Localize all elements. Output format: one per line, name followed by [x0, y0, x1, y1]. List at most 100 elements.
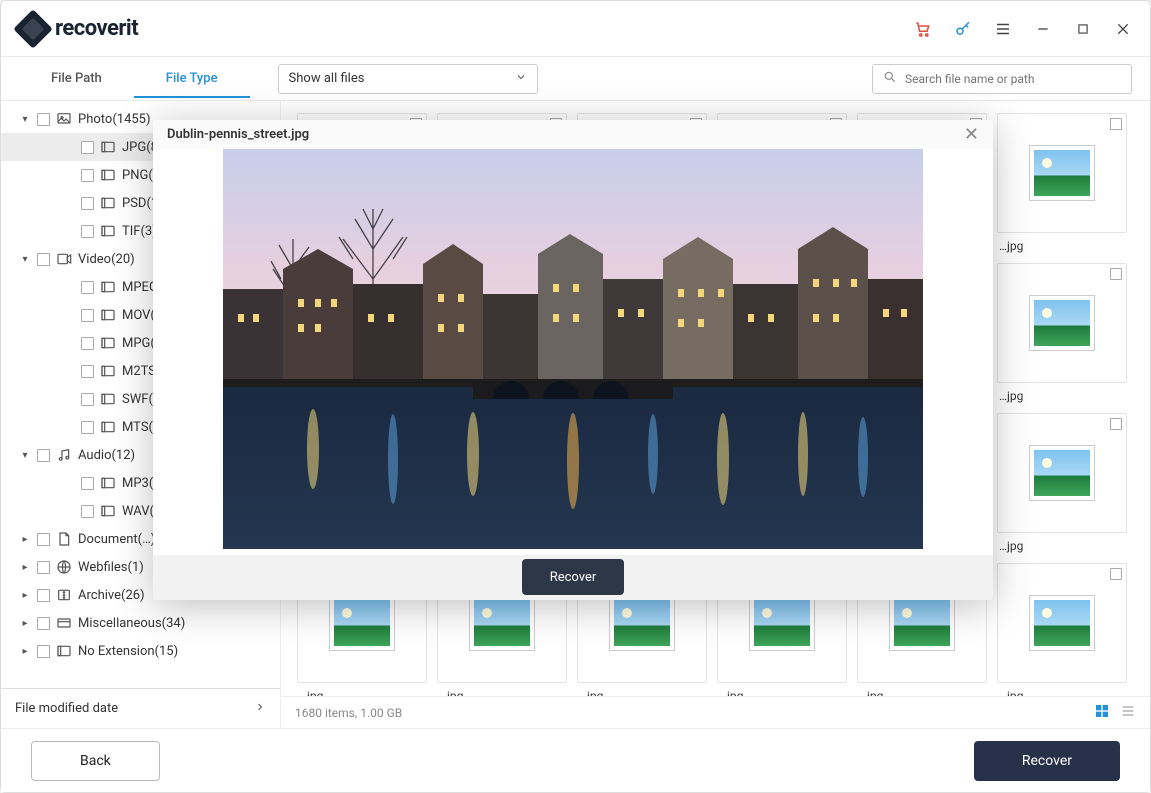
thumbnail-filename: …jpg [297, 683, 427, 696]
minimize-icon[interactable] [1034, 20, 1052, 38]
caret-right-icon: ▸ [19, 646, 31, 657]
checkbox[interactable] [37, 253, 50, 266]
checkbox[interactable] [37, 617, 50, 630]
tree-label: Miscellaneous(34) [78, 616, 185, 631]
doc-icon [56, 531, 72, 547]
filter-dropdown[interactable]: Show all files [278, 64, 538, 94]
file-icon [100, 307, 116, 323]
caret-right-icon: ▸ [19, 534, 31, 545]
checkbox[interactable] [1110, 568, 1122, 580]
tab-file-type[interactable]: File Type [134, 59, 250, 98]
thumbnail-cell[interactable]: …jpg [997, 563, 1127, 696]
caret-right-icon: ▸ [19, 618, 31, 629]
checkbox[interactable] [37, 589, 50, 602]
file-icon [100, 223, 116, 239]
file-icon [56, 643, 72, 659]
recover-button[interactable]: Recover [974, 741, 1120, 781]
audio-icon [56, 447, 72, 463]
thumbnail[interactable] [997, 563, 1127, 683]
checkbox[interactable] [1110, 118, 1122, 130]
preview-modal: Dublin-pennis_street.jpg ✕ [153, 120, 993, 600]
checkbox[interactable] [81, 337, 94, 350]
status-bar: 1680 items, 1.00 GB [281, 696, 1150, 728]
cart-icon[interactable] [914, 20, 932, 38]
file-icon [100, 363, 116, 379]
preview-header: Dublin-pennis_street.jpg ✕ [153, 120, 993, 149]
thumbnail-cell[interactable]: …jpg [997, 113, 1127, 253]
list-view-icon[interactable] [1120, 703, 1136, 722]
file-icon [100, 279, 116, 295]
close-icon[interactable]: ✕ [964, 124, 979, 145]
key-icon[interactable] [954, 20, 972, 38]
checkbox[interactable] [81, 225, 94, 238]
thumb-image-icon [470, 596, 534, 650]
checkbox[interactable] [1110, 268, 1122, 280]
checkbox[interactable] [81, 309, 94, 322]
thumbnail[interactable] [997, 413, 1127, 533]
search-box[interactable] [872, 64, 1132, 94]
file-icon [100, 335, 116, 351]
close-icon[interactable] [1114, 20, 1132, 38]
checkbox[interactable] [81, 281, 94, 294]
tabs-row: File Path File Type Show all files [1, 57, 1150, 101]
checkbox[interactable] [37, 113, 50, 126]
thumb-image-icon [750, 596, 814, 650]
checkbox[interactable] [81, 197, 94, 210]
thumbnail-filename: …jpg [437, 683, 567, 696]
tree-label: TIF(3) [122, 224, 157, 239]
checkbox[interactable] [37, 533, 50, 546]
checkbox[interactable] [81, 169, 94, 182]
tree-node[interactable]: ▸ Miscellaneous(34) [1, 609, 280, 637]
sidebar-footer[interactable]: File modified date [1, 688, 280, 728]
titlebar: recoverit [1, 1, 1150, 57]
chevron-down-icon [515, 71, 527, 87]
file-icon [100, 475, 116, 491]
thumb-image-icon [1030, 596, 1094, 650]
thumbnail-cell[interactable]: …jpg [997, 413, 1127, 553]
thumbnail-filename: …jpg [997, 383, 1127, 403]
checkbox[interactable] [37, 561, 50, 574]
caret-down-icon: ▾ [19, 254, 31, 265]
thumbnail[interactable] [997, 263, 1127, 383]
checkbox[interactable] [37, 449, 50, 462]
caret-right-icon: ▸ [19, 590, 31, 601]
checkbox[interactable] [81, 477, 94, 490]
grid-view-icon[interactable] [1094, 703, 1110, 722]
thumbnail-filename: …jpg [997, 533, 1127, 553]
app-logo: recoverit [19, 15, 138, 43]
thumbnail[interactable] [997, 113, 1127, 233]
file-icon [100, 503, 116, 519]
misc-icon [56, 615, 72, 631]
checkbox[interactable] [81, 421, 94, 434]
search-input[interactable] [905, 72, 1121, 86]
caret-right-icon: ▸ [19, 562, 31, 573]
tree-label: Video(20) [78, 252, 135, 267]
thumb-image-icon [890, 596, 954, 650]
checkbox[interactable] [37, 645, 50, 658]
checkbox[interactable] [81, 365, 94, 378]
tab-file-path[interactable]: File Path [19, 59, 134, 98]
file-icon [100, 167, 116, 183]
thumb-image-icon [1030, 146, 1094, 200]
status-text: 1680 items, 1.00 GB [295, 706, 402, 720]
preview-recover-button[interactable]: Recover [522, 559, 625, 595]
preview-image [223, 149, 923, 549]
checkbox[interactable] [81, 505, 94, 518]
maximize-icon[interactable] [1074, 20, 1092, 38]
video-icon [56, 251, 72, 267]
thumb-image-icon [610, 596, 674, 650]
thumbnail-cell[interactable]: …jpg [997, 263, 1127, 403]
file-icon [100, 139, 116, 155]
thumbnail-filename: …jpg [577, 683, 707, 696]
tree-node[interactable]: ▸No Extension(15) [1, 637, 280, 665]
menu-icon[interactable] [994, 20, 1012, 38]
footer: Back Recover [1, 728, 1150, 792]
checkbox[interactable] [81, 393, 94, 406]
thumbnail-filename: …jpg [997, 233, 1127, 253]
thumbnail-filename: …jpg [717, 683, 847, 696]
file-icon [100, 195, 116, 211]
checkbox[interactable] [81, 141, 94, 154]
back-button[interactable]: Back [31, 741, 160, 781]
checkbox[interactable] [1110, 418, 1122, 430]
search-icon [883, 70, 897, 88]
